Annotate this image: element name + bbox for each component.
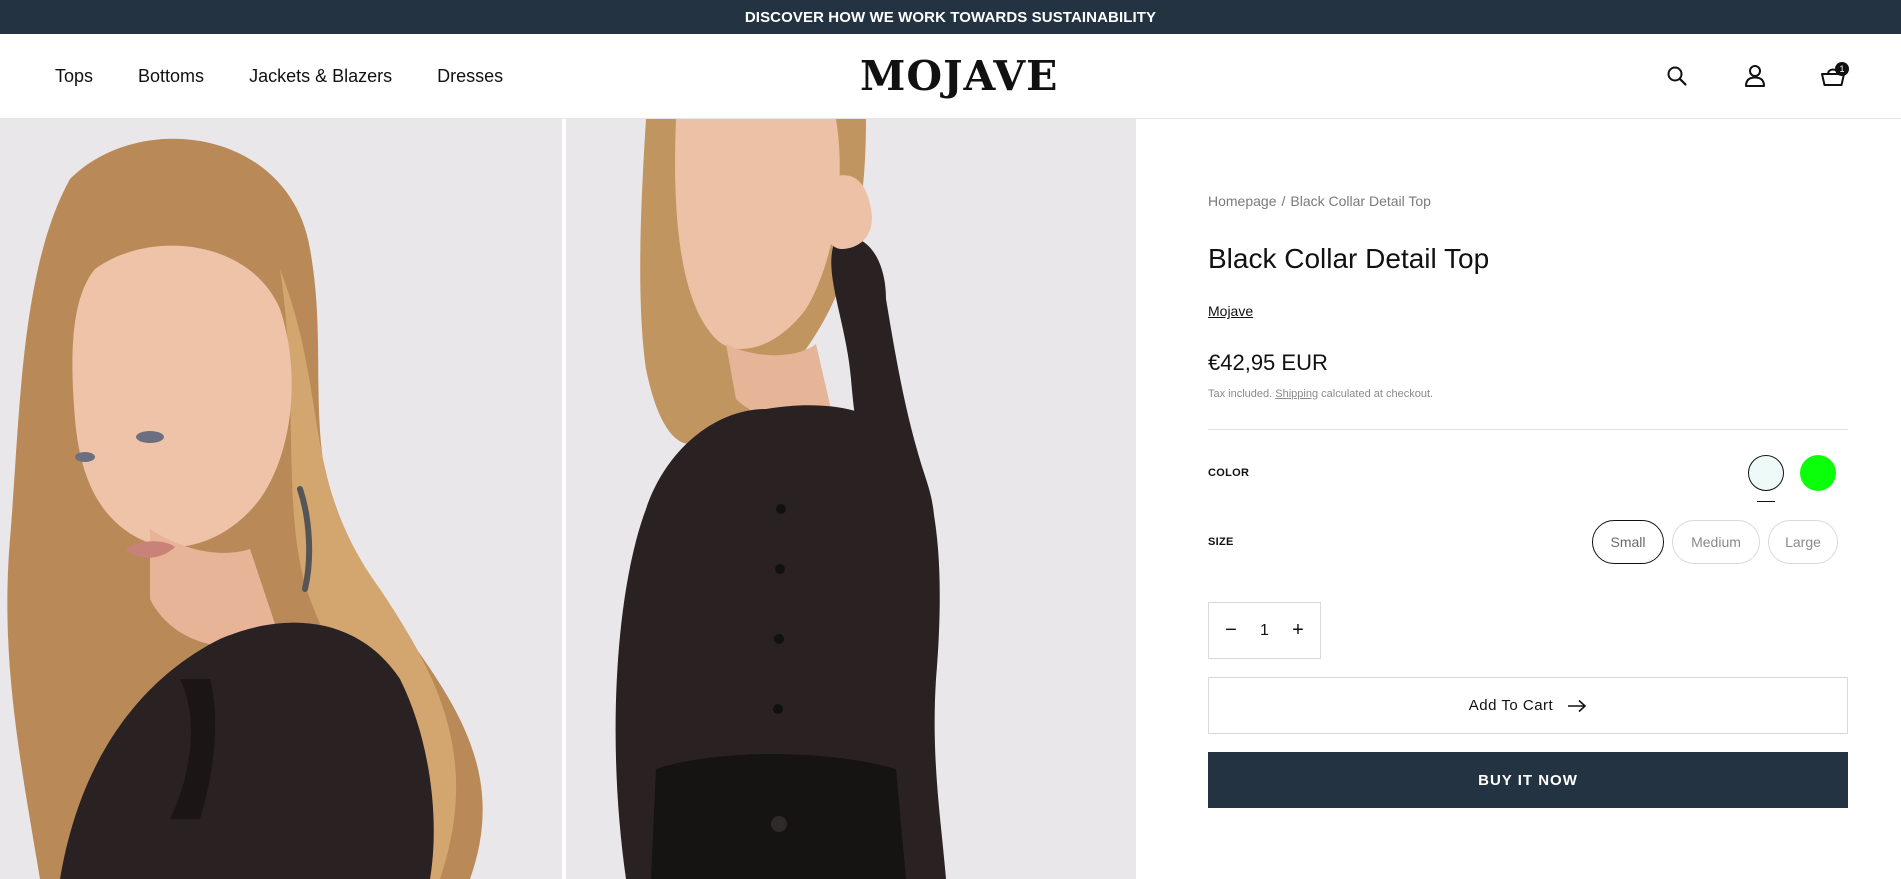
product-info: Homepage / Black Collar Detail Top Black… <box>1208 119 1848 879</box>
search-button[interactable] <box>1661 60 1693 92</box>
qty-value[interactable]: 1 <box>1260 622 1269 640</box>
tax-suffix: calculated at checkout. <box>1321 388 1434 400</box>
nav-item-jackets-blazers[interactable]: Jackets & Blazers <box>249 66 392 87</box>
account-button[interactable] <box>1739 60 1771 92</box>
site-logo[interactable]: MOJAVE <box>860 52 1057 100</box>
product-price: €42,95 EUR <box>1208 350 1328 375</box>
arrow-right-icon <box>1568 699 1587 712</box>
site-header: Tops Bottoms Jackets & Blazers Dresses M… <box>0 34 1901 119</box>
size-option-large[interactable]: Large <box>1768 520 1838 564</box>
tax-prefix: Tax included. <box>1208 388 1273 400</box>
nav-item-bottoms[interactable]: Bottoms <box>138 66 204 87</box>
vendor-link[interactable]: Mojave <box>1208 303 1253 319</box>
model-portrait-photo <box>0 119 562 879</box>
size-option-medium[interactable]: Medium <box>1672 520 1760 564</box>
buy-now-button[interactable]: BUY IT NOW <box>1208 752 1848 808</box>
product-image-2[interactable] <box>566 119 1136 879</box>
breadcrumb-home[interactable]: Homepage <box>1208 193 1277 209</box>
tax-note: Tax included. Shipping calculated at che… <box>1208 388 1433 400</box>
cart-button[interactable]: 1 <box>1817 60 1849 92</box>
color-swatch-green[interactable] <box>1800 455 1836 491</box>
color-swatches <box>1748 455 1836 502</box>
nav-item-dresses[interactable]: Dresses <box>437 66 503 87</box>
account-icon <box>1745 65 1765 87</box>
nav-item-tops[interactable]: Tops <box>55 66 93 87</box>
cart-count-badge: 1 <box>1835 62 1849 76</box>
announcement-text[interactable]: DISCOVER HOW WE WORK TOWARDS SUSTAINABIL… <box>745 9 1156 26</box>
breadcrumb-current: Black Collar Detail Top <box>1290 193 1431 209</box>
product-gallery <box>0 119 1136 879</box>
quantity-stepper: − 1 + <box>1208 602 1321 659</box>
breadcrumb-separator: / <box>1281 193 1286 209</box>
size-options: Small Medium Large <box>1592 520 1838 564</box>
add-to-cart-button[interactable]: Add To Cart <box>1208 677 1848 734</box>
qty-increase-button[interactable]: + <box>1288 619 1308 641</box>
breadcrumb: Homepage / Black Collar Detail Top <box>1208 193 1431 209</box>
product-title: Black Collar Detail Top <box>1208 243 1490 274</box>
search-icon <box>1667 66 1687 86</box>
size-option-small[interactable]: Small <box>1592 520 1664 564</box>
size-label: SIZE <box>1208 536 1234 548</box>
color-label: COLOR <box>1208 467 1250 479</box>
model-standing-photo <box>566 119 1136 879</box>
divider <box>1208 429 1848 430</box>
color-swatch-light[interactable] <box>1748 455 1784 502</box>
add-to-cart-label: Add To Cart <box>1468 697 1554 714</box>
product-image-1[interactable] <box>0 119 562 879</box>
qty-decrease-button[interactable]: − <box>1221 619 1241 641</box>
main-nav: Tops Bottoms Jackets & Blazers Dresses <box>55 34 503 118</box>
shipping-link[interactable]: Shipping <box>1275 388 1318 400</box>
announcement-bar[interactable]: DISCOVER HOW WE WORK TOWARDS SUSTAINABIL… <box>0 0 1901 34</box>
